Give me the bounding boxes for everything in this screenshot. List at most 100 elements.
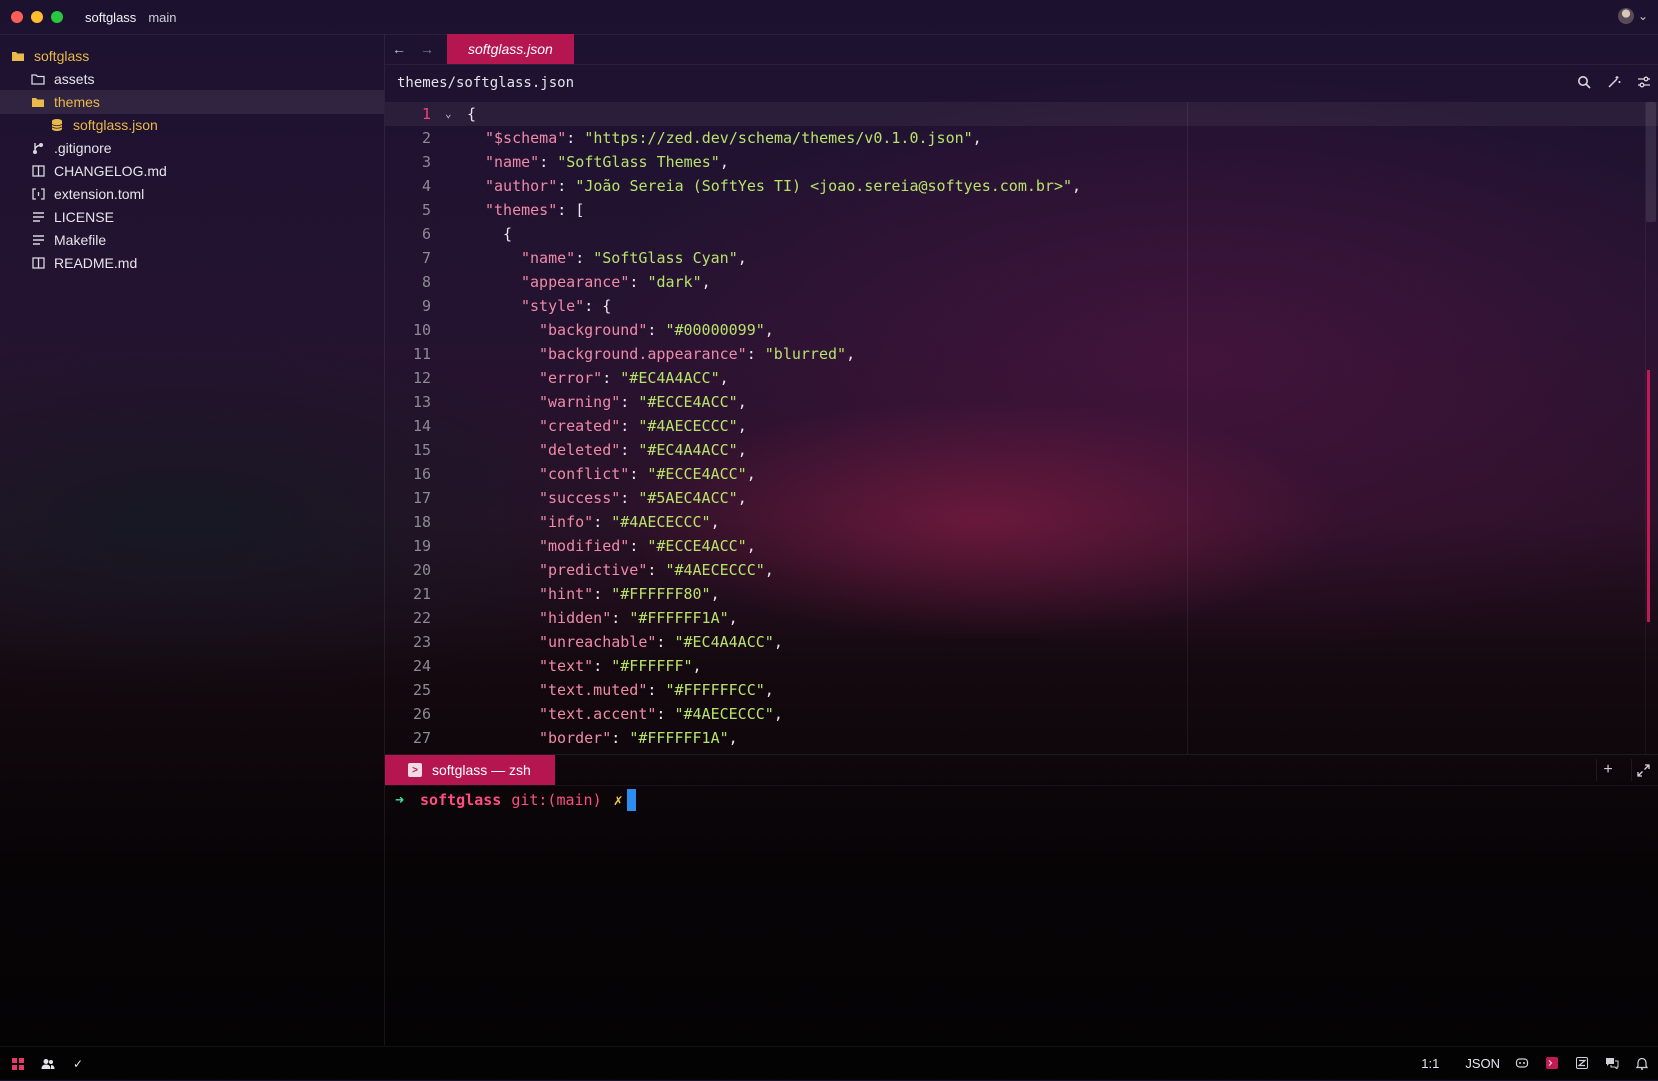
plus-icon[interactable]: + bbox=[1596, 759, 1619, 781]
code-line[interactable]: 20 "predictive": "#4AECECCC", bbox=[385, 558, 1658, 582]
line-number: 17 bbox=[412, 489, 431, 507]
code-line[interactable]: 4 "author": "João Sereia (SoftYes TI) <jo… bbox=[385, 174, 1658, 198]
tree-item-gitignore[interactable]: .gitignore bbox=[0, 136, 384, 160]
forward-arrow-icon[interactable]: → bbox=[413, 35, 441, 63]
brackets-icon bbox=[30, 186, 46, 202]
language-selector[interactable]: JSON bbox=[1465, 1056, 1500, 1071]
zoom-window-button[interactable] bbox=[51, 11, 63, 23]
maximize-icon[interactable] bbox=[1631, 759, 1654, 781]
book-icon bbox=[30, 255, 46, 271]
code-line[interactable]: 13 "warning": "#ECCE4ACC", bbox=[385, 390, 1658, 414]
tree-item-extension-toml[interactable]: extension.toml bbox=[0, 182, 384, 206]
code-line[interactable]: 25 "text.muted": "#FFFFFFCC", bbox=[385, 678, 1658, 702]
terminal-panel[interactable]: ➜ softglass git:(main) ✗ bbox=[385, 784, 1658, 1046]
code-punctuation: , bbox=[746, 465, 756, 483]
code-line[interactable]: 17 "success": "#5AEC4ACC", bbox=[385, 486, 1658, 510]
tree-item-changelog[interactable]: CHANGELOG.md bbox=[0, 159, 384, 183]
code-line[interactable]: 21 "hint": "#FFFFFF80", bbox=[385, 582, 1658, 606]
json-value: "#4AECECCC" bbox=[674, 705, 774, 723]
code-line[interactable]: 1 ⌄ { bbox=[385, 102, 1658, 126]
code-punctuation: : bbox=[557, 201, 576, 219]
tree-item-assets[interactable]: assets bbox=[0, 67, 384, 91]
tree-item-readme[interactable]: README.md bbox=[0, 251, 384, 275]
code-line[interactable]: 27 "border": "#FFFFFF1A", bbox=[385, 726, 1658, 750]
back-arrow-icon[interactable]: ← bbox=[385, 35, 413, 63]
code-line[interactable]: 11 "background.appearance": "blurred", bbox=[385, 342, 1658, 366]
code-line[interactable]: 9 "style": { bbox=[385, 294, 1658, 318]
code-content: { bbox=[503, 222, 512, 246]
close-window-button[interactable] bbox=[11, 11, 23, 23]
chevron-down-icon: ⌄ bbox=[1637, 9, 1648, 23]
tree-item-root[interactable]: softglass bbox=[0, 44, 384, 68]
code-punctuation: , bbox=[746, 537, 756, 555]
code-punctuation: : bbox=[611, 729, 630, 747]
terminal-tab-label: softglass — zsh bbox=[432, 762, 531, 778]
tree-item-license[interactable]: LICENSE bbox=[0, 205, 384, 229]
project-panel-toggle-icon[interactable] bbox=[10, 1056, 26, 1072]
scrollbar-highlight-marker bbox=[1647, 370, 1650, 622]
code-content: "border": "#FFFFFF1A", bbox=[539, 726, 738, 750]
json-value: "#ECCE4ACC" bbox=[647, 537, 747, 555]
minimize-window-button[interactable] bbox=[31, 11, 43, 23]
line-number: 12 bbox=[412, 369, 431, 387]
tab-bar: ← → softglass.json bbox=[385, 34, 1658, 65]
lines-icon bbox=[30, 209, 46, 225]
project-name[interactable]: softglass bbox=[85, 10, 136, 25]
checkmark-icon[interactable]: ✓ bbox=[70, 1056, 86, 1072]
bell-icon[interactable] bbox=[1634, 1055, 1650, 1071]
code-line[interactable]: 2 "$schema": "https://zed.dev/schema/them… bbox=[385, 126, 1658, 150]
code-line[interactable]: 3 "name": "SoftGlass Themes", bbox=[385, 150, 1658, 174]
breadcrumb-path[interactable]: themes/softglass.json bbox=[397, 75, 574, 91]
code-line[interactable]: 12 "error": "#EC4A4ACC", bbox=[385, 366, 1658, 390]
search-icon[interactable] bbox=[1576, 74, 1592, 90]
code-line[interactable]: 23 "unreachable": "#EC4A4ACC", bbox=[385, 630, 1658, 654]
code-punctuation: : bbox=[566, 129, 585, 147]
chat-icon[interactable] bbox=[1604, 1055, 1620, 1071]
code-punctuation: : bbox=[620, 441, 639, 459]
code-content: "themes": [ bbox=[485, 198, 584, 222]
user-menu[interactable]: ⌄ bbox=[1617, 8, 1648, 24]
code-punctuation: , bbox=[737, 417, 747, 435]
code-line[interactable]: 6{ bbox=[385, 222, 1658, 246]
code-line[interactable]: 22 "hidden": "#FFFFFF1A", bbox=[385, 606, 1658, 630]
code-line[interactable]: 15 "deleted": "#EC4A4ACC", bbox=[385, 438, 1658, 462]
json-key: "$schema" bbox=[485, 129, 567, 147]
fold-chevron-icon[interactable]: ⌄ bbox=[445, 102, 452, 126]
code-line[interactable]: 8 "appearance": "dark", bbox=[385, 270, 1658, 294]
code-line[interactable]: 18 "info": "#4AECECCC", bbox=[385, 510, 1658, 534]
assistant-sparkle-icon[interactable] bbox=[1606, 74, 1622, 90]
terminal-status-icon[interactable] bbox=[1544, 1055, 1560, 1071]
code-line[interactable]: 16 "conflict": "#ECCE4ACC", bbox=[385, 462, 1658, 486]
json-key: "author" bbox=[485, 177, 558, 195]
terminal-tab[interactable]: > softglass — zsh bbox=[385, 755, 555, 785]
settings-sliders-icon[interactable] bbox=[1636, 74, 1652, 90]
json-value: "#EC4A4ACC" bbox=[638, 441, 738, 459]
cursor-position[interactable]: 1:1 bbox=[1421, 1056, 1439, 1071]
tree-item-label: softglass.json bbox=[73, 117, 158, 133]
code-punctuation: , bbox=[710, 513, 720, 531]
code-line[interactable]: 26 "text.accent": "#4AECECCC", bbox=[385, 702, 1658, 726]
tree-item-themes[interactable]: themes bbox=[0, 90, 384, 114]
json-key: "unreachable" bbox=[539, 633, 657, 651]
code-line[interactable]: 10 "background": "#00000099", bbox=[385, 318, 1658, 342]
code-line[interactable]: 19 "modified": "#ECCE4ACC", bbox=[385, 534, 1658, 558]
tree-item-makefile[interactable]: Makefile bbox=[0, 228, 384, 252]
code-line[interactable]: 7 "name": "SoftGlass Cyan", bbox=[385, 246, 1658, 270]
code-line[interactable]: 14 "created": "#4AECECCC", bbox=[385, 414, 1658, 438]
editor-scrollbar-thumb[interactable] bbox=[1646, 102, 1656, 222]
tab-softglass-json[interactable]: softglass.json bbox=[447, 34, 574, 64]
tree-item-label: softglass bbox=[34, 48, 90, 64]
code-line[interactable]: 24 "text": "#FFFFFF", bbox=[385, 654, 1658, 678]
assistant-icon[interactable] bbox=[1574, 1055, 1590, 1071]
line-number: 8 bbox=[421, 273, 431, 291]
code-punctuation: : bbox=[593, 513, 612, 531]
code-line[interactable]: 5 "themes": [ bbox=[385, 198, 1658, 222]
json-key: "text.muted" bbox=[539, 681, 648, 699]
code-editor[interactable]: 1 ⌄ {2 "$schema": "https://zed.dev/schema/t… bbox=[385, 102, 1658, 754]
collaboration-users-icon[interactable] bbox=[40, 1056, 56, 1072]
branch-name[interactable]: main bbox=[148, 10, 176, 25]
line-number: 3 bbox=[421, 153, 431, 171]
prompt-git-branch: git:(main) bbox=[511, 791, 602, 809]
copilot-icon[interactable] bbox=[1514, 1055, 1530, 1071]
tree-item-softglass-json[interactable]: softglass.json bbox=[0, 113, 384, 137]
